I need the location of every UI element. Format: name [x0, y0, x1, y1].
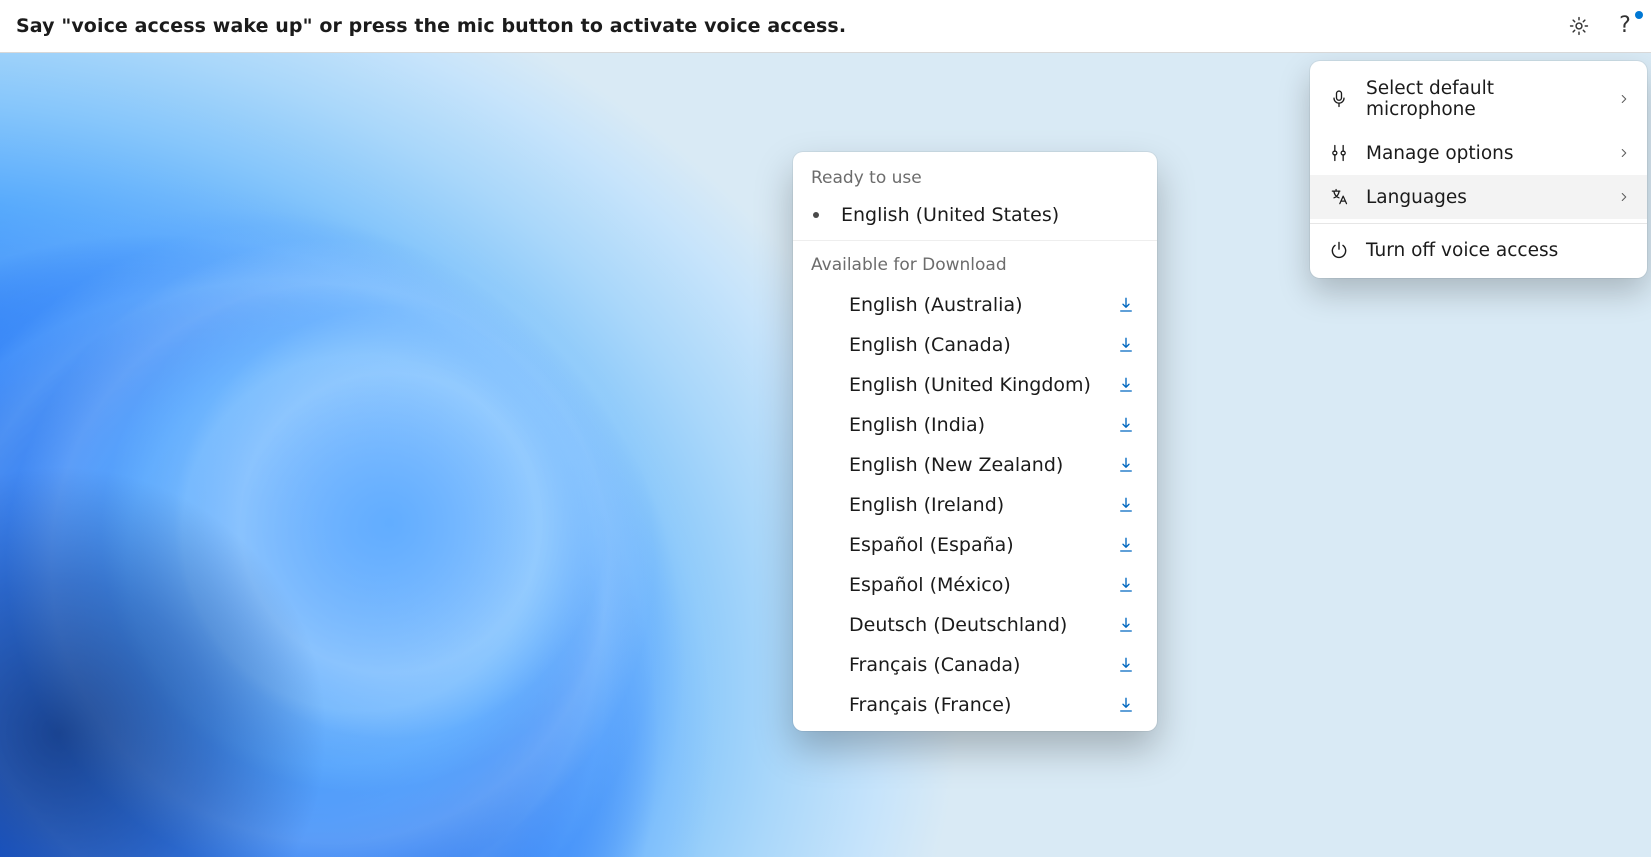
lang-ready-name: English (United States) — [841, 204, 1059, 226]
power-icon — [1328, 239, 1350, 261]
gear-icon[interactable] — [1567, 14, 1591, 38]
flyout-item-label: Manage options — [1366, 143, 1601, 164]
settings-flyout: Select default microphone Manage options L… — [1310, 61, 1647, 278]
chevron-right-icon — [1617, 146, 1631, 160]
lang-name: Français (France) — [849, 694, 1011, 716]
lang-name: Español (México) — [849, 574, 1011, 596]
lang-download-item[interactable]: English (United Kingdom) — [793, 365, 1157, 405]
flyout-item-label: Select default microphone — [1366, 78, 1601, 120]
download-icon — [1117, 336, 1135, 354]
lang-download-item[interactable]: English (New Zealand) — [793, 445, 1157, 485]
lang-available-list: English (Australia) English (Canada) Engli… — [793, 285, 1157, 725]
flyout-item-language[interactable]: Languages — [1310, 175, 1647, 219]
voice-access-bar: Say "voice access wake up" or press the … — [0, 0, 1651, 53]
lang-name: English (India) — [849, 414, 985, 436]
download-icon — [1117, 696, 1135, 714]
language-icon — [1328, 186, 1350, 208]
lang-name: English (Australia) — [849, 294, 1023, 316]
languages-popup: Ready to use English (United States) Ava… — [793, 152, 1157, 731]
lang-name: Deutsch (Deutschland) — [849, 614, 1067, 636]
lang-download-item[interactable]: Deutsch (Deutschland) — [793, 605, 1157, 645]
chevron-right-icon — [1617, 92, 1631, 106]
help-icon[interactable]: ? — [1613, 14, 1637, 38]
chevron-right-icon — [1617, 190, 1631, 204]
bullet-icon — [813, 212, 819, 218]
download-icon — [1117, 496, 1135, 514]
lang-ready-label: Ready to use — [793, 152, 1157, 196]
flyout-item-sliders[interactable]: Manage options — [1310, 131, 1647, 175]
lang-name: English (United Kingdom) — [849, 374, 1091, 396]
flyout-item-power[interactable]: Turn off voice access — [1310, 228, 1647, 272]
voice-access-hint: Say "voice access wake up" or press the … — [16, 15, 846, 37]
lang-download-item[interactable]: English (Ireland) — [793, 485, 1157, 525]
lang-download-item[interactable]: Español (España) — [793, 525, 1157, 565]
download-icon — [1117, 576, 1135, 594]
flyout-item-label: Turn off voice access — [1366, 240, 1631, 261]
lang-download-item[interactable]: English (India) — [793, 405, 1157, 445]
sliders-icon — [1328, 142, 1350, 164]
notification-dot — [1635, 11, 1643, 19]
voice-access-actions: ? — [1567, 14, 1637, 38]
lang-ready-item[interactable]: English (United States) — [793, 196, 1157, 241]
lang-name: English (New Zealand) — [849, 454, 1063, 476]
lang-name: Français (Canada) — [849, 654, 1020, 676]
download-icon — [1117, 416, 1135, 434]
download-icon — [1117, 296, 1135, 314]
download-icon — [1117, 376, 1135, 394]
lang-name: English (Ireland) — [849, 494, 1004, 516]
desktop-wallpaper: Select default microphone Manage options L… — [0, 53, 1651, 857]
download-icon — [1117, 536, 1135, 554]
mic-icon — [1328, 88, 1350, 110]
download-icon — [1117, 456, 1135, 474]
lang-download-item[interactable]: English (Canada) — [793, 325, 1157, 365]
lang-name: English (Canada) — [849, 334, 1011, 356]
lang-download-item[interactable]: Français (Canada) — [793, 645, 1157, 685]
flyout-item-label: Languages — [1366, 187, 1601, 208]
lang-download-item[interactable]: Français (France) — [793, 685, 1157, 725]
lang-download-item[interactable]: Español (México) — [793, 565, 1157, 605]
lang-download-item[interactable]: English (Australia) — [793, 285, 1157, 325]
download-icon — [1117, 656, 1135, 674]
download-icon — [1117, 616, 1135, 634]
flyout-item-mic[interactable]: Select default microphone — [1310, 67, 1647, 131]
lang-name: Español (España) — [849, 534, 1014, 556]
lang-available-label: Available for Download — [793, 241, 1157, 285]
